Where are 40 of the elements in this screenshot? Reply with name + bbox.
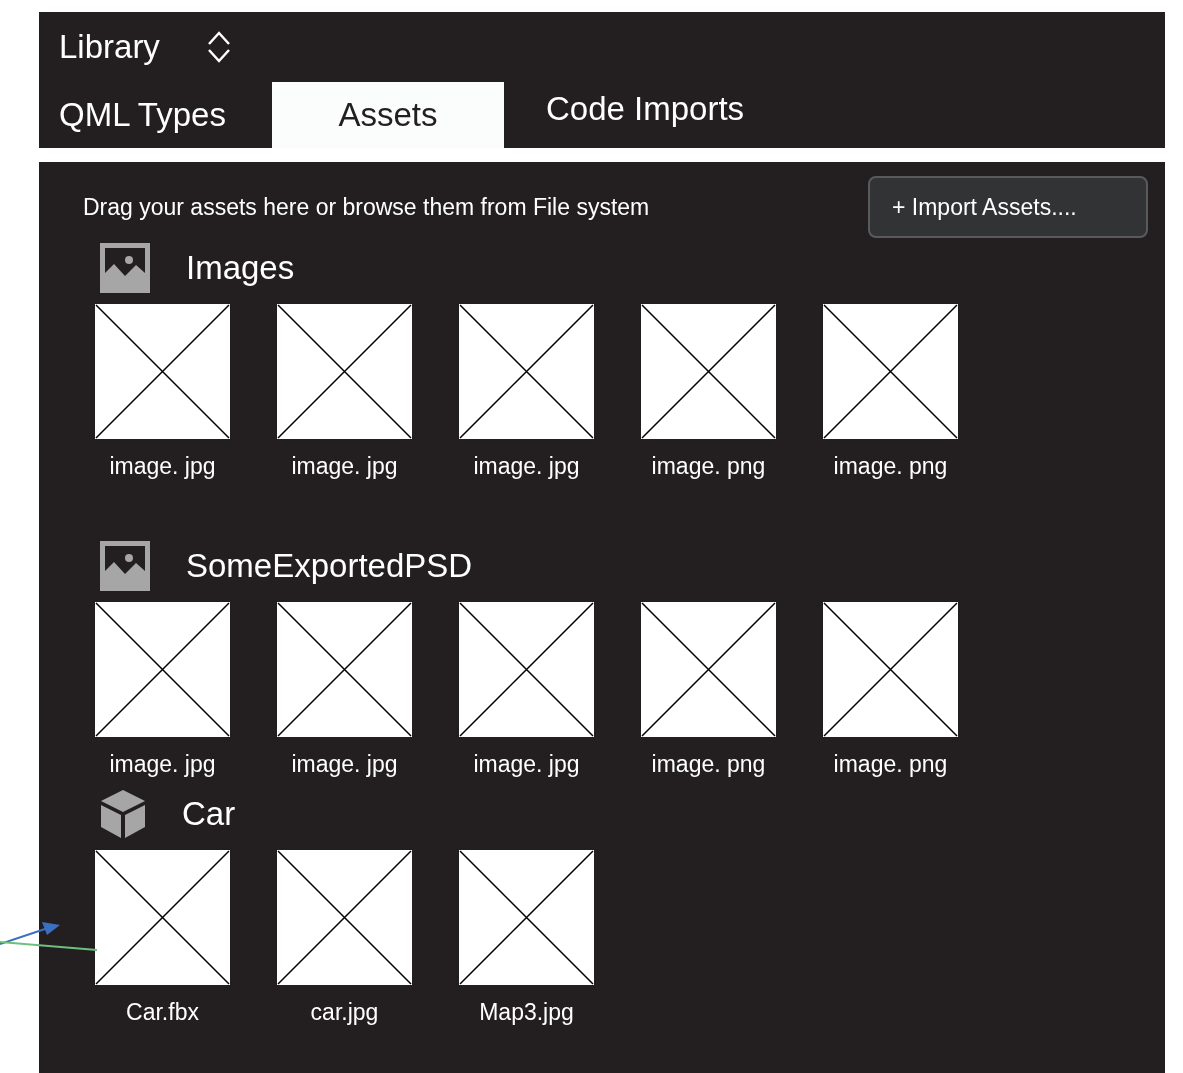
- tab[interactable]: Code Imports: [504, 82, 804, 148]
- import-assets-button[interactable]: + Import Assets....: [868, 176, 1148, 238]
- asset-name: image. png: [833, 751, 948, 778]
- asset-name: Map3.jpg: [479, 999, 574, 1026]
- drop-hint: Drag your assets here or browse them from File system: [83, 194, 650, 221]
- placeholder-thumbnail[interactable]: [459, 304, 594, 439]
- placeholder-thumbnail[interactable]: [95, 850, 230, 985]
- up-down-chevron-icon[interactable]: [205, 30, 232, 64]
- placeholder-thumbnail[interactable]: [459, 850, 594, 985]
- asset-name: image. png: [651, 453, 766, 480]
- placeholder-thumbnail[interactable]: [459, 602, 594, 737]
- image-icon: [100, 243, 150, 293]
- image-icon: [100, 541, 150, 591]
- tab[interactable]: Assets: [272, 82, 504, 148]
- placeholder-thumbnail[interactable]: [277, 304, 412, 439]
- placeholder-thumbnail[interactable]: [277, 602, 412, 737]
- arrow: [0, 922, 60, 945]
- asset-name: image. jpg: [291, 751, 398, 778]
- asset-name: image. jpg: [473, 453, 580, 480]
- placeholder-thumbnail[interactable]: [95, 304, 230, 439]
- section-title: Car: [182, 795, 236, 833]
- placeholder-thumbnail[interactable]: [95, 602, 230, 737]
- section-title: Images: [186, 249, 295, 287]
- placeholder-thumbnail[interactable]: [823, 602, 958, 737]
- asset-name: image. png: [651, 751, 766, 778]
- placeholder-thumbnail[interactable]: [277, 850, 412, 985]
- section-title: SomeExportedPSD: [186, 547, 473, 585]
- tab[interactable]: QML Types: [39, 82, 272, 148]
- placeholder-thumbnail[interactable]: [823, 304, 958, 439]
- placeholder-thumbnail[interactable]: [641, 602, 776, 737]
- cube-icon: [100, 789, 146, 839]
- asset-name: image. png: [833, 453, 948, 480]
- asset-name: image. jpg: [291, 453, 398, 480]
- asset-name: image. jpg: [109, 751, 216, 778]
- asset-name: Car.fbx: [126, 999, 199, 1026]
- placeholder-thumbnail[interactable]: [641, 304, 776, 439]
- library-title: Library: [59, 28, 160, 66]
- asset-name: car.jpg: [310, 999, 379, 1026]
- asset-name: image. jpg: [109, 453, 216, 480]
- asset-name: image. jpg: [473, 751, 580, 778]
